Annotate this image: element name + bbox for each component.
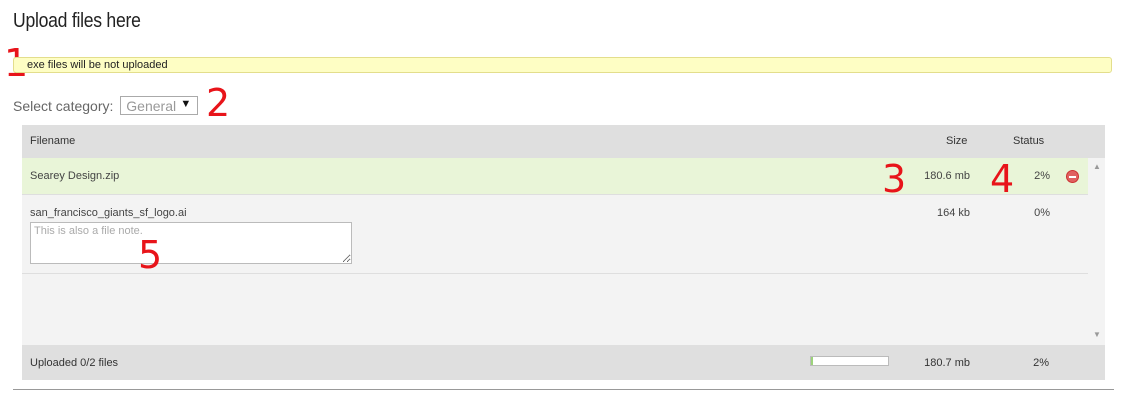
total-status: 2% — [1033, 357, 1049, 369]
file-status: 2% — [1034, 170, 1050, 182]
total-size: 180.7 mb — [924, 357, 970, 369]
callout-5: 5 — [138, 233, 163, 277]
page-title: Upload files here — [13, 10, 141, 32]
file-name: Searey Design.zip — [30, 170, 120, 182]
file-row[interactable]: Searey Design.zip 180.6 mb 2% — [22, 158, 1088, 195]
notice-text: exe files will be not uploaded — [27, 59, 168, 71]
category-label: Select category: — [13, 97, 114, 114]
callout-4: 4 — [990, 157, 1015, 201]
bottom-divider — [13, 389, 1114, 390]
file-list: Searey Design.zip 180.6 mb 2% san_franci… — [22, 158, 1088, 345]
category-select[interactable]: General ▼ — [120, 96, 199, 115]
file-uploader: Filename Size Status Searey Design.zip 1… — [22, 125, 1105, 380]
callout-2: 2 — [206, 81, 231, 125]
notice-banner: exe files will be not uploaded — [13, 57, 1112, 73]
file-name: san_francisco_giants_sf_logo.ai — [30, 207, 187, 219]
callout-3: 3 — [882, 157, 907, 201]
dropdown-arrow-icon: ▼ — [180, 98, 192, 110]
file-note-input[interactable] — [30, 222, 352, 264]
file-status: 0% — [1034, 207, 1050, 219]
header-filename: Filename — [30, 135, 76, 147]
file-size: 164 kb — [936, 207, 970, 219]
header-size: Size — [946, 135, 968, 147]
remove-icon[interactable] — [1066, 170, 1079, 183]
scroll-down-icon[interactable]: ▼ — [1093, 330, 1101, 339]
category-selected-value: General — [126, 98, 177, 114]
header-status: Status — [1013, 135, 1045, 147]
category-row: Select category: General ▼ — [13, 96, 199, 115]
total-progress-bar — [810, 356, 889, 366]
file-size: 180.6 mb — [924, 170, 970, 182]
scroll-up-icon[interactable]: ▲ — [1093, 162, 1101, 171]
list-scrollbar[interactable]: ▲ ▼ — [1088, 158, 1105, 345]
table-footer: Uploaded 0/2 files 180.7 mb 2% — [22, 345, 1105, 380]
file-row[interactable]: san_francisco_giants_sf_logo.ai 164 kb 0… — [22, 195, 1088, 274]
table-header: Filename Size Status — [22, 125, 1105, 158]
total-progress-fill — [811, 357, 813, 365]
upload-count: Uploaded 0/2 files — [30, 357, 119, 369]
